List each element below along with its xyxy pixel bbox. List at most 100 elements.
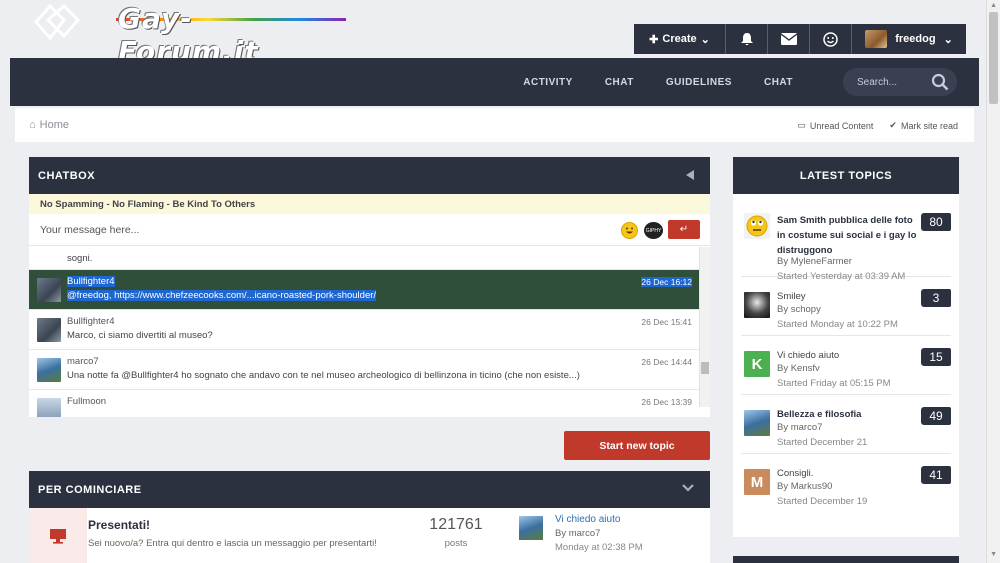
reply-count-badge: 80: [921, 213, 951, 231]
avatar-letter: M: [750, 473, 764, 491]
avatar[interactable]: [37, 278, 61, 302]
forum-post-label: posts: [444, 538, 468, 549]
emoji-button[interactable]: [621, 222, 638, 239]
chat-message[interactable]: Fullmoon 26 Dec 13:39: [29, 389, 710, 417]
giphy-label: GIPHY: [645, 227, 662, 234]
page-scrollbar[interactable]: ▲ ▼: [986, 0, 1000, 563]
search-icon[interactable]: [931, 73, 949, 91]
send-button[interactable]: ↵: [668, 220, 700, 239]
latest-topics-header: LATEST TOPICS: [733, 157, 959, 194]
user-menu[interactable]: freedog ⌄: [852, 24, 966, 54]
message-time: 26 Dec 15:41: [641, 317, 692, 327]
avatar[interactable]: [37, 358, 61, 382]
monitor-icon: [50, 529, 66, 544]
breadcrumb[interactable]: ⌂ Home: [29, 119, 69, 131]
topic-author[interactable]: By Kensfv: [777, 363, 820, 374]
start-new-topic-button[interactable]: Start new topic: [564, 431, 710, 460]
chat-message[interactable]: Bullfighter4 Marco, ci siamo divertiti a…: [29, 309, 710, 349]
site-logo[interactable]: Gay-Forum.it: [28, 0, 346, 68]
chat-message[interactable]: marco7 Una notte fa @Bullfighter4 ho sog…: [29, 349, 710, 389]
chat-message[interactable]: Bullfighter4 @freedog, https://www.chefz…: [29, 269, 710, 309]
create-button[interactable]: ✚ Create ⌄: [634, 24, 726, 54]
scroll-down-icon[interactable]: ▼: [990, 551, 997, 558]
forum-description: Sei nuovo/a? Entra qui dentro e lascia u…: [88, 538, 377, 549]
topic-author[interactable]: By Markus90: [777, 481, 832, 492]
collapse-left-icon[interactable]: [686, 170, 694, 180]
nav-guidelines[interactable]: GUIDELINES: [650, 77, 748, 88]
user-bar: ✚ Create ⌄ freedog ⌄: [634, 24, 966, 54]
avatar[interactable]: [519, 516, 543, 540]
monitor-icon: ▭: [797, 120, 806, 130]
create-label: Create: [662, 33, 697, 45]
giphy-button[interactable]: GIPHY: [644, 222, 663, 239]
avatar[interactable]: [744, 410, 770, 436]
chat-message-input[interactable]: Your message here...: [40, 224, 139, 236]
messages-button[interactable]: [768, 24, 810, 54]
breadcrumb-home[interactable]: Home: [40, 119, 69, 131]
chevron-down-icon: ⌄: [943, 33, 953, 46]
avatar[interactable]: K: [744, 351, 770, 377]
topic-title[interactable]: Consigli.: [777, 466, 917, 481]
message-text: Una notte fa @Bullfighter4 ho sognato ch…: [67, 370, 580, 381]
forum-title[interactable]: Presentati!: [88, 518, 150, 532]
topic-title[interactable]: Bellezza e filosofia: [777, 407, 917, 422]
next-widget-header: [733, 556, 959, 563]
topic-item[interactable]: M Consigli. By Markus90 Started December…: [741, 454, 951, 513]
chatbox-rules: No Spamming - No Flaming - Be Kind To Ot…: [29, 194, 710, 214]
message-author[interactable]: Bullfighter4: [67, 276, 115, 287]
message-time: 26 Dec 14:44: [641, 357, 692, 367]
nav-chat[interactable]: CHAT: [589, 77, 650, 88]
nav-activity[interactable]: ACTIVITY: [507, 77, 589, 88]
smiley-icon: [823, 31, 838, 47]
avatar[interactable]: M: [744, 469, 770, 495]
forum-section: PER COMINCIARE Presentati! Sei nuovo/a? …: [29, 471, 710, 563]
avatar[interactable]: [744, 292, 770, 318]
search-box[interactable]: Search...: [843, 68, 957, 96]
topic-title[interactable]: Sam Smith pubblica delle foto in costume…: [777, 213, 917, 258]
message-author[interactable]: marco7: [67, 356, 99, 367]
breadcrumb-bar: ⌂ Home ▭ Unread Content ✔ Mark site read: [15, 108, 974, 142]
topic-title[interactable]: Vi chiedo aiuto: [777, 348, 917, 363]
message-text: Marco, ci siamo divertiti al museo?: [67, 330, 213, 341]
avatar[interactable]: [37, 318, 61, 342]
forum-last-post-title[interactable]: Vi chiedo aiuto: [555, 514, 620, 525]
unread-content-link[interactable]: ▭ Unread Content: [797, 120, 873, 131]
topic-author[interactable]: By MyleneFarmer: [777, 256, 852, 267]
plus-icon: ✚: [649, 33, 659, 46]
forum-post-count: 121761: [429, 516, 483, 533]
message-author[interactable]: Bullfighter4: [67, 316, 115, 327]
check-icon: ✔: [889, 120, 897, 130]
notifications-button[interactable]: [726, 24, 768, 54]
bell-icon: [740, 32, 753, 45]
chevron-down-icon[interactable]: [682, 484, 694, 492]
unread-content-label: Unread Content: [809, 120, 874, 131]
message-text[interactable]: @freedog, https://www.chefzeecooks.com/.…: [67, 290, 377, 301]
topic-item[interactable]: Sam Smith pubblica delle foto in costume…: [741, 201, 951, 282]
topic-author[interactable]: By schopy: [777, 304, 821, 315]
page-scroll-thumb[interactable]: [989, 12, 998, 104]
chat-messages[interactable]: sogni. Bullfighter4 @freedog, https://ww…: [29, 247, 710, 417]
topic-title[interactable]: Smiley: [777, 289, 917, 304]
mark-site-read-link[interactable]: ✔ Mark site read: [889, 120, 958, 131]
nav-chat-2[interactable]: CHAT: [748, 77, 809, 88]
avatar[interactable]: [37, 398, 61, 417]
topic-item[interactable]: K Vi chiedo aiuto By Kensfv Started Frid…: [741, 336, 951, 395]
chat-scrollbar[interactable]: [699, 247, 710, 407]
scroll-up-icon[interactable]: ▲: [990, 2, 997, 9]
message-author[interactable]: Fullmoon: [67, 396, 106, 407]
forum-icon: [29, 508, 87, 563]
message-time: 26 Dec 16:12: [641, 277, 692, 287]
avatar-letter: K: [751, 355, 763, 373]
topic-item[interactable]: Smiley By schopy Started Monday at 10:22…: [741, 277, 951, 336]
search-input[interactable]: Search...: [857, 77, 897, 88]
chat-scroll-thumb[interactable]: [701, 362, 709, 374]
chatbox-panel: CHATBOX No Spamming - No Flaming - Be Ki…: [29, 157, 710, 417]
forum-row[interactable]: Presentati! Sei nuovo/a? Entra qui dentr…: [29, 508, 710, 563]
forum-last-post-author[interactable]: By marco7: [555, 528, 600, 539]
reactions-button[interactable]: [810, 24, 852, 54]
rolling-eyes-emoji-icon: [746, 215, 768, 237]
topic-author[interactable]: By marco7: [777, 422, 822, 433]
topic-item[interactable]: Bellezza e filosofia By marco7 Started D…: [741, 395, 951, 454]
avatar[interactable]: [744, 213, 770, 239]
envelope-icon: [780, 33, 797, 45]
